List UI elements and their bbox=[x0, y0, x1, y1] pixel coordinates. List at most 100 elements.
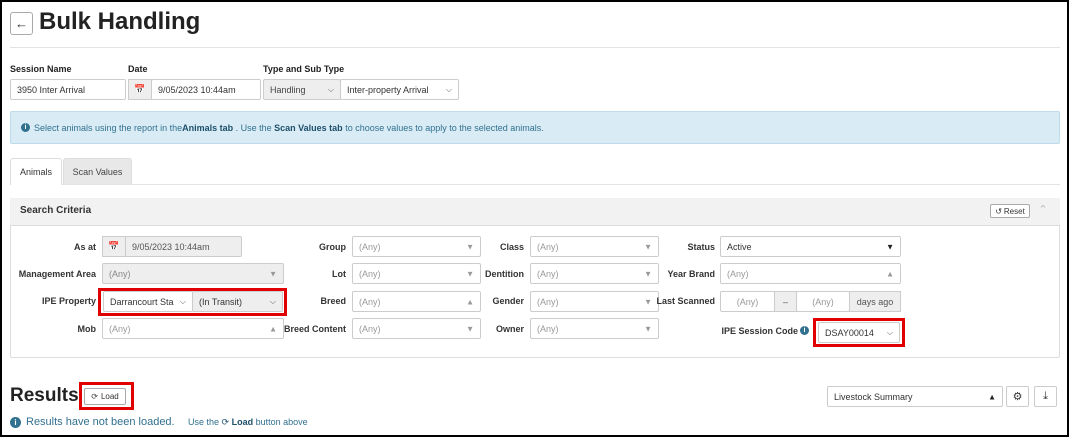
tabs-divider bbox=[10, 184, 1060, 185]
breed-content-value: (Any) bbox=[359, 323, 381, 334]
info-text-scan-tab: Scan Values tab bbox=[274, 122, 343, 133]
refresh-icon: ⟳ bbox=[91, 392, 98, 401]
results-not-loaded-text: Results have not been loaded. bbox=[26, 416, 175, 428]
session-name-label: Session Name bbox=[10, 64, 72, 74]
lot-value: (Any) bbox=[359, 268, 381, 279]
as-at-input[interactable]: 9/05/2023 10:44am bbox=[125, 236, 242, 257]
results-hint-prefix: Use the bbox=[188, 417, 220, 427]
session-name-input[interactable]: 3950 Inter Arrival bbox=[10, 79, 126, 100]
reset-button[interactable]: ↺ Reset bbox=[990, 204, 1030, 218]
chevron-down-icon: ⌵ bbox=[445, 84, 452, 94]
info-alert: i Select animals using the report in the… bbox=[10, 111, 1060, 144]
ipe-property-select[interactable]: Darrancourt Sta ⌵ bbox=[103, 291, 193, 312]
owner-select[interactable]: (Any) ▼ bbox=[530, 318, 659, 339]
mob-label: Mob bbox=[77, 324, 97, 334]
owner-label: Owner bbox=[495, 324, 524, 334]
ipe-session-code-value: DSAY00014 bbox=[825, 327, 874, 338]
subtype-select[interactable]: Inter-property Arrival ⌵ bbox=[340, 79, 459, 100]
year-brand-value: (Any) bbox=[727, 268, 749, 279]
caret-down-icon: ▼ bbox=[644, 324, 652, 333]
reset-button-label: Reset bbox=[1003, 206, 1025, 216]
calendar-icon[interactable]: 📅 bbox=[128, 79, 152, 100]
tab-animals[interactable]: Animals bbox=[10, 158, 62, 185]
info-text-middle: . Use the bbox=[233, 122, 275, 133]
chevron-up-icon[interactable]: ⌃ bbox=[1036, 203, 1050, 217]
last-scanned-to-input[interactable]: (Any) bbox=[796, 291, 850, 312]
arrow-left-icon: ← bbox=[15, 16, 28, 31]
caret-up-icon: ▲ bbox=[886, 269, 894, 278]
page-title: Bulk Handling bbox=[39, 8, 201, 35]
subtype-select-value: Inter-property Arrival bbox=[347, 84, 429, 95]
gear-icon: ⚙ bbox=[1012, 391, 1023, 403]
last-scanned-separator: – bbox=[774, 291, 797, 312]
lot-label: Lot bbox=[332, 269, 346, 279]
load-button[interactable]: ⟳ Load bbox=[84, 388, 126, 405]
status-select[interactable]: Active ▼ bbox=[720, 236, 901, 257]
date-label: Date bbox=[128, 64, 148, 74]
report-select[interactable]: Livestock Summary ▲ bbox=[827, 386, 1003, 407]
info-circle-icon[interactable]: i bbox=[800, 326, 809, 335]
info-circle-icon: i bbox=[21, 123, 30, 132]
mob-value: (Any) bbox=[109, 323, 131, 334]
owner-value: (Any) bbox=[537, 323, 559, 334]
gender-value: (Any) bbox=[537, 296, 559, 307]
results-hint-suffix: button above bbox=[255, 417, 308, 427]
info-text-prefix: Select animals using the report in the bbox=[34, 122, 183, 133]
as-at-label: As at bbox=[73, 242, 96, 252]
caret-up-icon: ▲ bbox=[988, 392, 996, 401]
mob-select[interactable]: (Any) ▲ bbox=[102, 318, 284, 339]
status-label: Status bbox=[687, 242, 715, 252]
management-area-value: (Any) bbox=[109, 268, 131, 279]
type-label: Type and Sub Type bbox=[263, 64, 345, 74]
dentition-value: (Any) bbox=[537, 268, 559, 279]
ipe-session-code-label: IPE Session Code bbox=[721, 326, 798, 336]
results-hint: Use the ⟳ Load button above bbox=[188, 417, 308, 428]
year-brand-label: Year Brand bbox=[667, 269, 715, 279]
type-select-value: Handling bbox=[270, 84, 306, 95]
calendar-icon[interactable]: 📅 bbox=[102, 236, 126, 257]
chevron-down-icon: ⌵ bbox=[179, 296, 186, 306]
results-status: i Results have not been loaded. bbox=[10, 416, 175, 428]
management-area-label: Management Area bbox=[18, 269, 96, 279]
info-text-animals-tab: Animals tab bbox=[182, 122, 234, 133]
caret-down-icon: ▼ bbox=[886, 242, 894, 251]
breed-content-label: Breed Content bbox=[283, 324, 346, 334]
class-label: Class bbox=[499, 242, 524, 252]
back-button[interactable]: ← bbox=[10, 12, 33, 35]
status-value: Active bbox=[727, 241, 752, 252]
year-brand-select[interactable]: (Any) ▲ bbox=[720, 263, 901, 284]
report-select-value: Livestock Summary bbox=[834, 391, 913, 402]
results-title: Results bbox=[10, 385, 79, 406]
download-button[interactable]: ⤓ bbox=[1034, 386, 1057, 407]
tab-scan-values[interactable]: Scan Values bbox=[63, 158, 132, 185]
load-button-label: Load bbox=[100, 392, 119, 401]
gender-label: Gender bbox=[492, 296, 524, 306]
last-scanned-unit: days ago bbox=[849, 291, 901, 312]
info-circle-icon: i bbox=[10, 416, 21, 428]
type-select[interactable]: Handling ⌵ bbox=[263, 79, 341, 100]
last-scanned-label: Last Scanned bbox=[656, 296, 715, 306]
last-scanned-from-input[interactable]: (Any) bbox=[720, 291, 775, 312]
header-divider bbox=[10, 47, 1060, 48]
breed-value: (Any) bbox=[359, 296, 381, 307]
info-text-suffix: to choose values to apply to the selecte… bbox=[342, 122, 544, 133]
results-hint-load: Load bbox=[231, 417, 254, 427]
undo-icon: ↺ bbox=[995, 206, 1002, 216]
ipe-property-label: IPE Property bbox=[41, 296, 96, 306]
date-input[interactable]: 9/05/2023 10:44am bbox=[151, 79, 261, 100]
management-area-select[interactable]: (Any) ▼ bbox=[102, 263, 284, 284]
ipe-property-status-value: (In Transit) bbox=[199, 296, 243, 307]
download-icon: ⤓ bbox=[1043, 390, 1048, 402]
search-criteria-header bbox=[10, 198, 1060, 226]
group-value: (Any) bbox=[359, 241, 381, 252]
dentition-label: Dentition bbox=[485, 269, 524, 279]
chevron-down-icon: ⌵ bbox=[886, 327, 893, 337]
settings-button[interactable]: ⚙ bbox=[1006, 386, 1029, 407]
chevron-down-icon: ⌵ bbox=[327, 84, 334, 94]
breed-label: Breed bbox=[320, 296, 346, 306]
search-criteria-title: Search Criteria bbox=[20, 205, 92, 216]
class-value: (Any) bbox=[537, 241, 559, 252]
ipe-property-value: Darrancourt Sta bbox=[110, 296, 174, 307]
refresh-icon: ⟳ bbox=[221, 417, 230, 427]
ipe-session-code-select[interactable]: DSAY00014 ⌵ bbox=[818, 322, 900, 343]
